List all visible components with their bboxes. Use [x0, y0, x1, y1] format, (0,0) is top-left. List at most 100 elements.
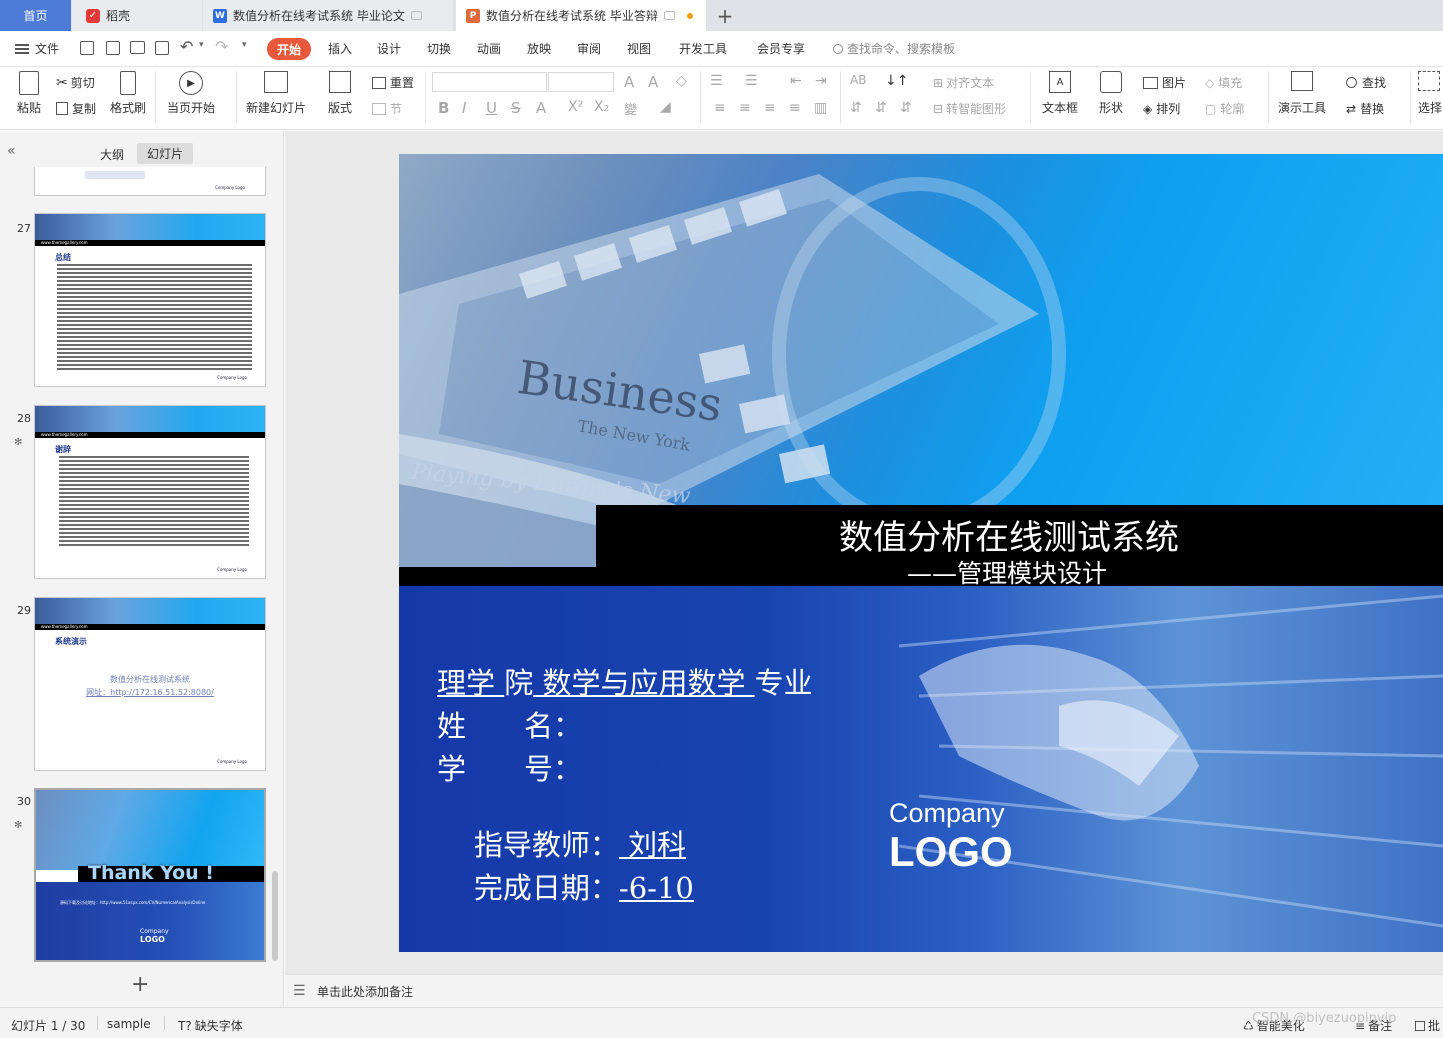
add-slide-button[interactable]: + — [131, 972, 149, 997]
replace-button[interactable]: ⇄ 替换 — [1346, 100, 1384, 117]
new-tab-button[interactable]: + — [712, 0, 738, 31]
bold-icon[interactable]: B — [438, 99, 449, 117]
justify-icon[interactable]: ≡ — [789, 100, 801, 116]
copy-button[interactable]: 复制 — [56, 100, 96, 117]
fill-button[interactable]: ◇ 填充 — [1205, 74, 1242, 91]
play-from-current-button[interactable]: ▶ 当页开始 — [167, 71, 215, 116]
format-painter-button[interactable]: 格式刷 — [110, 71, 146, 116]
title-tab-bar: 首页 ✓ 稻壳 W 数值分析在线考试系统 毕业论文 P 数值分析在线考试系统 毕… — [0, 0, 1443, 31]
align-right-icon[interactable]: ≡ — [764, 100, 776, 116]
layout-button[interactable]: 版式 — [328, 71, 352, 116]
text-box-border-icon[interactable]: AB — [850, 73, 866, 87]
picture-button[interactable]: 图片 — [1143, 74, 1186, 91]
collapse-panel-icon[interactable]: « — [7, 143, 16, 159]
redo-icon[interactable]: ↷ — [215, 37, 228, 56]
slide-thumbnail-28[interactable]: www.themegallery.com 谢辞 Company Logo — [34, 405, 266, 579]
dept-line[interactable]: 理学 院 数学与应用数学 专业 — [437, 660, 813, 702]
menu-item-design[interactable]: 设计 — [377, 40, 401, 57]
print-preview-icon[interactable] — [155, 41, 169, 55]
notes-pane[interactable]: ☰ 单击此处添加备注 — [285, 974, 1443, 1007]
logo-text[interactable]: LOGO — [889, 828, 1013, 876]
underline-icon[interactable]: U — [486, 99, 497, 117]
textbox-button[interactable]: A 文本框 — [1042, 71, 1078, 116]
align-left-icon[interactable]: ≡ — [714, 100, 726, 116]
subscript-icon[interactable]: X₂ — [594, 99, 609, 115]
clear-format-icon[interactable]: ◇ — [676, 73, 687, 89]
thumb-company: Company — [140, 928, 169, 935]
smart-graphic-button[interactable]: ⊟ 转智能图形 — [933, 100, 1006, 117]
panel-scrollbar[interactable] — [272, 871, 278, 961]
menu-item-transition[interactable]: 切换 — [427, 40, 451, 57]
slide-thumbnail-27[interactable]: www.themegallery.com 总结 Company Logo — [34, 213, 266, 387]
print-icon[interactable] — [130, 41, 145, 54]
outline-button[interactable]: ▢ 轮廓 — [1205, 100, 1244, 117]
align-text-button[interactable]: ⊞ 对齐文本 — [933, 74, 994, 91]
undo-dropdown-icon[interactable]: ▾ — [199, 40, 204, 50]
reset-button[interactable]: 重置 — [372, 74, 414, 91]
menu-item-insert[interactable]: 插入 — [328, 40, 352, 57]
undo-icon[interactable]: ↶ — [180, 37, 193, 56]
italic-icon[interactable]: I — [462, 99, 466, 117]
tab-slides[interactable]: 幻灯片 — [137, 143, 194, 164]
command-search[interactable]: 查找命令、搜索模板 — [833, 40, 955, 57]
menu-item-view[interactable]: 视图 — [627, 40, 651, 57]
menu-item-review[interactable]: 审阅 — [577, 40, 601, 57]
tab-outline[interactable]: 大纲 — [100, 146, 124, 163]
student-id-label[interactable]: 学 号： — [437, 746, 582, 788]
section-label: 节 — [390, 102, 403, 116]
font-size-select[interactable] — [548, 72, 614, 92]
export-pdf-icon[interactable] — [106, 41, 120, 55]
shape-button[interactable]: 形状 — [1099, 71, 1123, 116]
numbered-list-icon[interactable]: ☰ — [745, 73, 758, 89]
superscript-icon[interactable]: X² — [568, 99, 583, 115]
cut-button[interactable]: ✂ 剪切 — [56, 74, 95, 91]
slide-title[interactable]: 数值分析在线测试系统 — [839, 510, 1179, 559]
menu-item-member[interactable]: 会员专享 — [757, 40, 805, 57]
decrease-indent-icon[interactable]: ⇤ — [790, 73, 802, 89]
name-label[interactable]: 姓 名： — [437, 703, 582, 745]
strikethrough-icon[interactable]: S — [511, 99, 521, 117]
slide-thumbnail-26[interactable]: Company Logo — [34, 167, 266, 196]
tab-ppt-active[interactable]: P 数值分析在线考试系统 毕业答辩 — [456, 0, 706, 31]
missing-font-button[interactable]: T? 缺失字体 — [178, 1017, 243, 1034]
company-text[interactable]: Company — [889, 798, 1005, 829]
hamburger-menu-button[interactable]: 文件 — [15, 40, 59, 57]
slide-thumbnail-30[interactable]: Thank You ! 源码下载及讨论地址：http://www.51aspx.… — [34, 788, 266, 962]
font-family-select[interactable] — [432, 72, 547, 92]
columns-icon[interactable]: ⇵ — [900, 100, 912, 116]
select-button[interactable]: 选择 — [1418, 71, 1442, 116]
new-slide-button[interactable]: 新建幻灯片 — [246, 71, 306, 116]
menu-item-start[interactable]: 开始 — [267, 38, 311, 60]
slide-subtitle[interactable]: ——管理模块设计 — [907, 554, 1107, 590]
bullet-list-icon[interactable]: ☰ — [710, 73, 723, 89]
align-center-icon[interactable]: ≡ — [739, 100, 751, 116]
menu-item-animation[interactable]: 动画 — [477, 40, 501, 57]
highlight-icon[interactable]: ◢ — [660, 99, 671, 115]
menu-item-developer[interactable]: 开发工具 — [679, 40, 727, 57]
line-spacing-icon[interactable]: ⇵ — [850, 100, 862, 116]
section-button[interactable]: 节 — [372, 100, 402, 117]
increase-font-icon[interactable]: A — [624, 73, 634, 91]
presentation-tools-button[interactable]: 演示工具 — [1278, 71, 1326, 116]
quick-access-dropdown-icon[interactable]: ▾ — [242, 40, 247, 50]
decrease-font-icon[interactable]: A — [648, 73, 658, 91]
arrange-button[interactable]: ◈ 排列 — [1143, 100, 1180, 117]
find-button[interactable]: 查找 — [1346, 74, 1386, 91]
distribute-icon[interactable]: ▥ — [814, 100, 827, 116]
save-icon[interactable] — [80, 41, 94, 55]
paste-button[interactable]: 粘贴 — [12, 71, 46, 116]
current-slide[interactable]: Business The New York Playing by Europe'… — [399, 154, 1443, 952]
increase-indent-icon[interactable]: ⇥ — [815, 73, 827, 89]
phonetic-icon[interactable]: 變 — [624, 99, 637, 118]
text-direction-icon[interactable]: ↓↑ — [885, 73, 908, 89]
date-line[interactable]: 完成日期：-6-10 — [437, 831, 694, 941]
slide-thumbnail-29[interactable]: www.themegallery.com 系统演示 数值分析在线测试系统 网址：… — [34, 597, 266, 771]
para-spacing-icon[interactable]: ⇵ — [875, 100, 887, 116]
font-color-icon[interactable]: A — [536, 99, 546, 117]
tab-doc[interactable]: W 数值分析在线考试系统 毕业论文 — [203, 0, 453, 31]
menu-item-slideshow[interactable]: 放映 — [527, 40, 551, 57]
theme-name[interactable]: sample — [107, 1017, 151, 1031]
tab-daoke[interactable]: ✓ 稻壳 — [72, 0, 202, 31]
comment-button[interactable]: 批 — [1415, 1017, 1440, 1034]
tab-home[interactable]: 首页 — [0, 0, 71, 31]
